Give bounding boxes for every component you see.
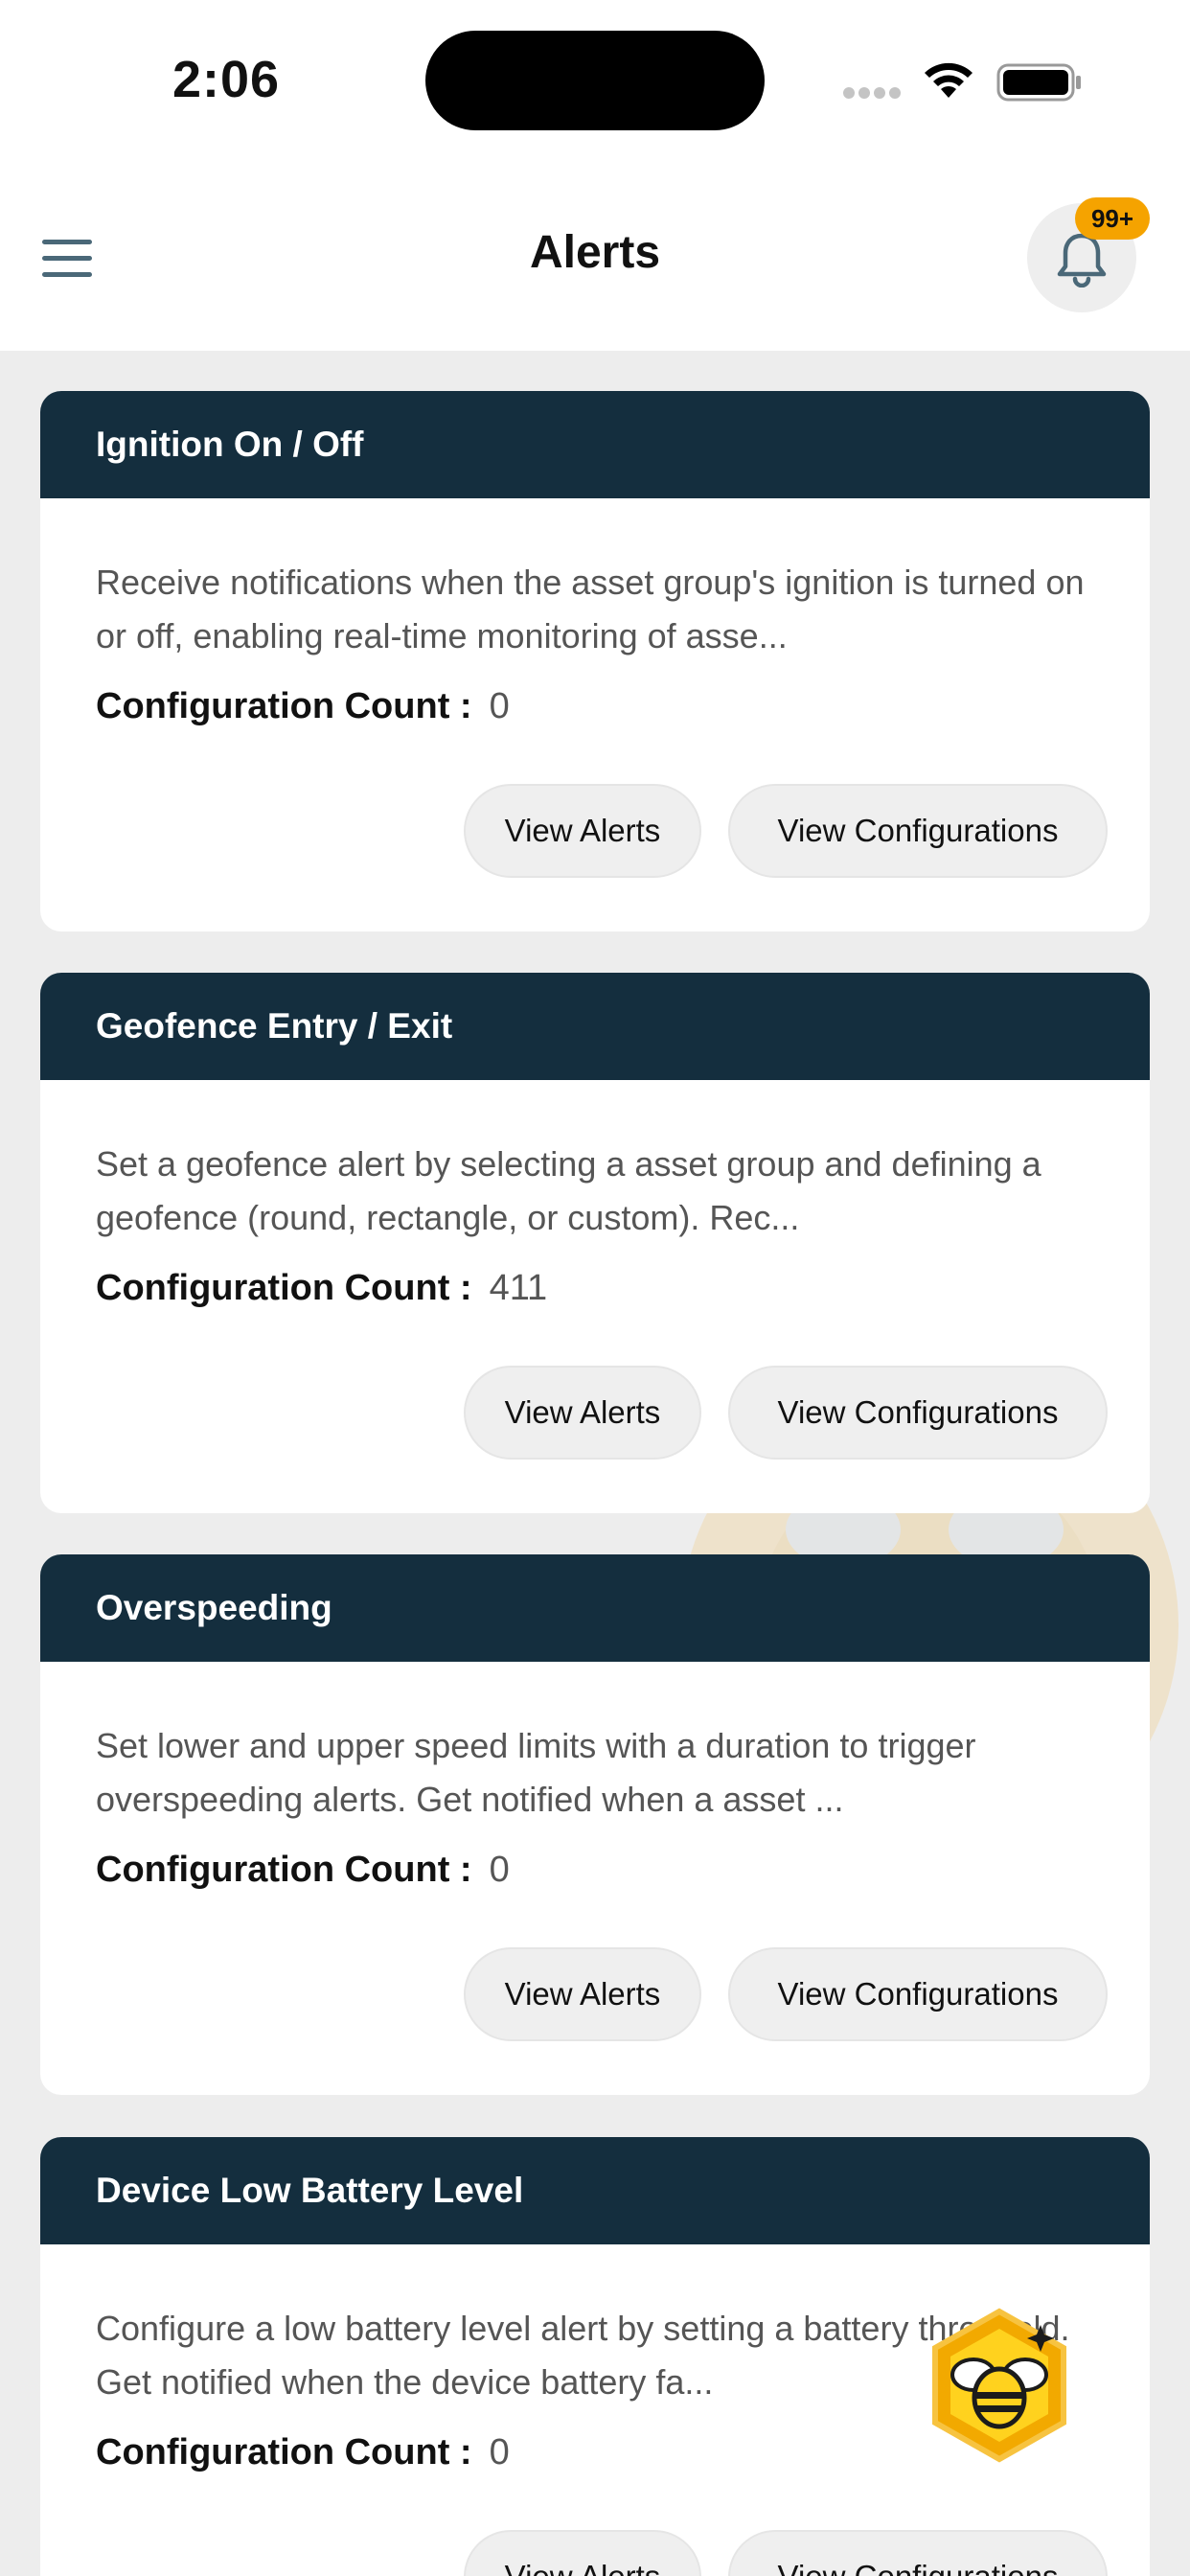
app-header: Alerts 99+ (0, 163, 1190, 351)
card-description: Receive notifications when the asset gro… (96, 563, 1085, 656)
view-configurations-button[interactable]: View Configurations (728, 1366, 1108, 1460)
card-body: Set lower and upper speed limits with a … (40, 1662, 1150, 2095)
configuration-count: Configuration Count : 0 (96, 1850, 1104, 1891)
alert-card-overspeeding: Overspeeding Set lower and upper speed l… (40, 1554, 1150, 2095)
dynamic-island (425, 31, 765, 130)
bee-assistant-icon[interactable] (918, 2304, 1081, 2467)
bell-icon (1057, 233, 1107, 288)
wifi-icon (925, 62, 973, 98)
configuration-count-label: Configuration Count : (96, 1268, 472, 1308)
alert-card-geofence: Geofence Entry / Exit Set a geofence ale… (40, 973, 1150, 1513)
card-actions: View Alerts View Configurations (464, 784, 1108, 878)
cellular-signal-icon (843, 86, 906, 99)
configuration-count-label: Configuration Count : (96, 1850, 472, 1890)
view-alerts-button[interactable]: View Alerts (464, 1947, 701, 2041)
configuration-count-label: Configuration Count : (96, 686, 472, 726)
card-actions: View Alerts View Configurations (464, 1366, 1108, 1460)
card-description: Set lower and upper speed limits with a … (96, 1726, 976, 1819)
configuration-count-value: 411 (489, 1268, 548, 1308)
notification-count-badge: 99+ (1075, 197, 1150, 240)
configuration-count-label: Configuration Count : (96, 2432, 472, 2472)
battery-icon (996, 63, 1081, 102)
card-actions: View Alerts View Configurations (464, 1947, 1108, 2041)
page-title: Alerts (529, 227, 661, 278)
card-title: Geofence Entry / Exit (96, 1006, 453, 1046)
card-body: Set a geofence alert by selecting a asse… (40, 1080, 1150, 1513)
card-header: Device Low Battery Level (40, 2137, 1150, 2244)
status-time: 2:06 (172, 51, 281, 108)
configuration-count-value: 0 (489, 686, 510, 726)
alerts-screen: 2:06 Alerts 99+ Ignition On / Off Receiv… (0, 0, 1190, 2576)
card-title: Overspeeding (96, 1588, 332, 1627)
card-body: Receive notifications when the asset gro… (40, 498, 1150, 932)
configuration-count: Configuration Count : 411 (96, 1268, 1104, 1309)
alerts-list[interactable]: Ignition On / Off Receive notifications … (0, 351, 1190, 2576)
card-header: Geofence Entry / Exit (40, 973, 1150, 1080)
view-alerts-button[interactable]: View Alerts (464, 1366, 701, 1460)
view-configurations-button[interactable]: View Configurations (728, 2530, 1108, 2576)
card-header: Overspeeding (40, 1554, 1150, 1662)
card-header: Ignition On / Off (40, 391, 1150, 498)
alert-card-ignition: Ignition On / Off Receive notifications … (40, 391, 1150, 932)
view-configurations-button[interactable]: View Configurations (728, 1947, 1108, 2041)
status-bar: 2:06 (0, 0, 1190, 163)
card-description: Set a geofence alert by selecting a asse… (96, 1144, 1041, 1237)
configuration-count-value: 0 (489, 2432, 510, 2472)
view-alerts-button[interactable]: View Alerts (464, 2530, 701, 2576)
view-configurations-button[interactable]: View Configurations (728, 784, 1108, 878)
card-title: Device Low Battery Level (96, 2171, 524, 2210)
configuration-count: Configuration Count : 0 (96, 686, 1104, 727)
card-actions: View Alerts View Configurations (464, 2530, 1108, 2576)
card-title: Ignition On / Off (96, 425, 364, 464)
view-alerts-button[interactable]: View Alerts (464, 784, 701, 878)
configuration-count-value: 0 (489, 1850, 510, 1890)
